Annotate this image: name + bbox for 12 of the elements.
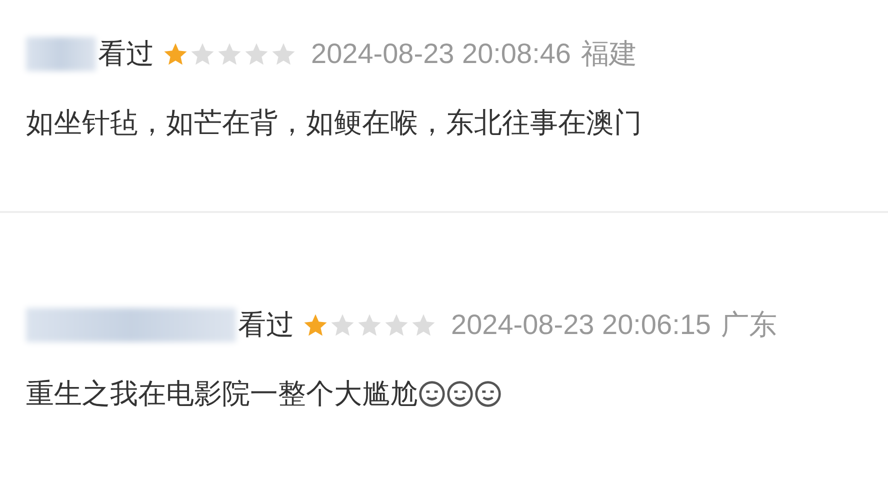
watched-label: 看过 <box>238 307 294 343</box>
comment-time: 2024-08-23 20:06:15 <box>451 309 711 341</box>
blurred-username <box>26 37 96 71</box>
smiley-icon <box>446 380 474 408</box>
smiley-icon <box>474 380 502 408</box>
comment-time: 2024-08-23 20:08:46 <box>311 38 571 70</box>
watched-label: 看过 <box>98 36 154 72</box>
comment-location: 福建 <box>581 36 637 72</box>
comment-text: 重生之我在电影院一整个大尴尬 <box>26 376 418 412</box>
smiley-icon <box>418 380 446 408</box>
comment-text: 如坐针毡，如芒在背，如鲠在喉，东北往事在澳门 <box>26 105 642 141</box>
comment-location: 广东 <box>721 307 777 343</box>
